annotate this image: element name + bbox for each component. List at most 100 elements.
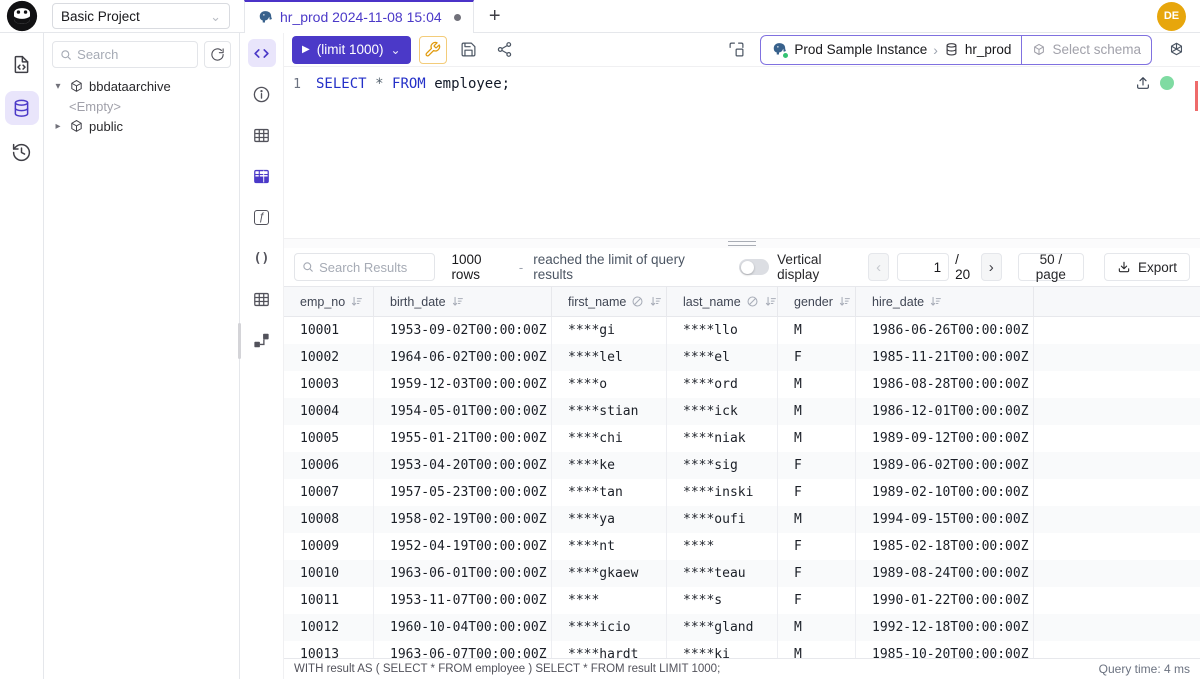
format-sql-button[interactable]	[419, 36, 447, 64]
table-cell[interactable]: 1953-11-07T00:00:00Z	[374, 587, 552, 614]
sort-icon[interactable]	[929, 295, 942, 308]
results-search-input[interactable]	[319, 260, 427, 275]
page-size-select[interactable]: 50 / page	[1018, 253, 1084, 281]
table-cell[interactable]: ****ord	[667, 371, 778, 398]
table-cell[interactable]: 1954-05-01T00:00:00Z	[374, 398, 552, 425]
table-cell[interactable]: F	[778, 344, 856, 371]
table-cell[interactable]: 1986-08-28T00:00:00Z	[856, 371, 1034, 398]
table-cell[interactable]: ****icio	[552, 614, 667, 641]
column-header-emp_no[interactable]: emp_no	[284, 287, 374, 316]
table-cell[interactable]: 1992-12-18T00:00:00Z	[856, 614, 1034, 641]
page-number-input[interactable]	[897, 253, 949, 281]
sort-icon[interactable]	[838, 295, 851, 308]
table-cell[interactable]: 1986-06-26T00:00:00Z	[856, 317, 1034, 344]
table-cell[interactable]: 1957-05-23T00:00:00Z	[374, 479, 552, 506]
table-cell[interactable]: 10002	[284, 344, 374, 371]
caret-right-icon[interactable]: ▸	[52, 121, 64, 132]
table-row[interactable]: 100011953-09-02T00:00:00Z****gi****lloM1…	[284, 317, 1200, 344]
table-cell[interactable]: 1958-02-19T00:00:00Z	[374, 506, 552, 533]
caret-down-icon[interactable]: ▾	[52, 81, 64, 92]
table-cell[interactable]: 10006	[284, 452, 374, 479]
tree-refresh-button[interactable]	[204, 41, 231, 68]
column-header-gender[interactable]: gender	[778, 287, 856, 316]
tab-hr-prod[interactable]: hr_prod 2024-11-08 15:04	[244, 0, 474, 33]
strip-item-info[interactable]	[248, 80, 276, 108]
sidebar-item-history[interactable]	[5, 135, 39, 169]
table-cell[interactable]: ****gkaew	[552, 560, 667, 587]
strip-item-sql[interactable]	[248, 39, 276, 67]
table-cell[interactable]: ****ki	[667, 641, 778, 658]
sort-icon[interactable]	[451, 295, 464, 308]
table-cell[interactable]: 1989-08-24T00:00:00Z	[856, 560, 1034, 587]
table-cell[interactable]: M	[778, 317, 856, 344]
table-cell[interactable]: 1959-12-03T00:00:00Z	[374, 371, 552, 398]
table-cell[interactable]: 1953-04-20T00:00:00Z	[374, 452, 552, 479]
column-header-hire_date[interactable]: hire_date	[856, 287, 1034, 316]
table-cell[interactable]: 10007	[284, 479, 374, 506]
table-cell[interactable]: ****inski	[667, 479, 778, 506]
sidebar-item-databases[interactable]	[5, 91, 39, 125]
table-cell[interactable]: 1989-06-02T00:00:00Z	[856, 452, 1034, 479]
table-cell[interactable]: 1963-06-01T00:00:00Z	[374, 560, 552, 587]
table-cell[interactable]: 10010	[284, 560, 374, 587]
table-cell[interactable]: F	[778, 479, 856, 506]
table-cell[interactable]: F	[778, 533, 856, 560]
table-row[interactable]: 100131963-06-07T00:00:00Z****hardt****ki…	[284, 641, 1200, 658]
strip-item-views[interactable]	[248, 285, 276, 313]
table-cell[interactable]: 1994-09-15T00:00:00Z	[856, 506, 1034, 533]
table-cell[interactable]: 10012	[284, 614, 374, 641]
table-cell[interactable]: ****niak	[667, 425, 778, 452]
table-cell[interactable]: 1960-10-04T00:00:00Z	[374, 614, 552, 641]
table-cell[interactable]: 10001	[284, 317, 374, 344]
table-cell[interactable]: F	[778, 452, 856, 479]
table-row[interactable]: 100091952-04-19T00:00:00Z****nt****F1985…	[284, 533, 1200, 560]
table-row[interactable]: 100061953-04-20T00:00:00Z****ke****sigF1…	[284, 452, 1200, 479]
save-sheet-button[interactable]	[455, 36, 483, 64]
sort-icon[interactable]	[649, 295, 662, 308]
table-cell[interactable]: ****gi	[552, 317, 667, 344]
table-cell[interactable]: ****teau	[667, 560, 778, 587]
ai-assistant-button[interactable]	[1162, 36, 1190, 64]
table-cell[interactable]: M	[778, 641, 856, 658]
table-cell[interactable]: 1952-04-19T00:00:00Z	[374, 533, 552, 560]
table-cell[interactable]: ****oufi	[667, 506, 778, 533]
table-cell[interactable]: 1985-11-21T00:00:00Z	[856, 344, 1034, 371]
sort-icon[interactable]	[764, 295, 777, 308]
new-tab-button[interactable]: +	[482, 0, 508, 33]
table-cell[interactable]: 1989-09-12T00:00:00Z	[856, 425, 1034, 452]
tree-item-bbdataarchive[interactable]: ▾ bbdataarchive	[52, 76, 231, 96]
schema-select[interactable]: Select schema	[1021, 36, 1151, 64]
table-cell[interactable]: ****	[552, 587, 667, 614]
table-cell[interactable]: 10013	[284, 641, 374, 658]
table-row[interactable]: 100021964-06-02T00:00:00Z****lel****elF1…	[284, 344, 1200, 371]
column-header-last_name[interactable]: last_name	[667, 287, 778, 316]
share-sheet-button[interactable]	[491, 36, 519, 64]
strip-item-tables[interactable]	[248, 121, 276, 149]
table-cell[interactable]: ****lel	[552, 344, 667, 371]
results-search[interactable]	[294, 253, 435, 281]
table-cell[interactable]: 1953-09-02T00:00:00Z	[374, 317, 552, 344]
export-button[interactable]: Export	[1104, 253, 1190, 281]
sidebar-item-worksheets[interactable]	[5, 47, 39, 81]
table-cell[interactable]: 1964-06-02T00:00:00Z	[374, 344, 552, 371]
splitter-grip-icon[interactable]	[728, 241, 756, 246]
table-cell[interactable]: ****ke	[552, 452, 667, 479]
table-cell[interactable]: ****hardt	[552, 641, 667, 658]
table-row[interactable]: 100101963-06-01T00:00:00Z****gkaew****te…	[284, 560, 1200, 587]
project-select[interactable]: Basic Project ⌄	[52, 3, 230, 29]
app-logo[interactable]	[0, 0, 44, 32]
table-cell[interactable]: 1986-12-01T00:00:00Z	[856, 398, 1034, 425]
table-cell[interactable]: M	[778, 371, 856, 398]
table-cell[interactable]: ****llo	[667, 317, 778, 344]
table-cell[interactable]: M	[778, 398, 856, 425]
table-row[interactable]: 100041954-05-01T00:00:00Z****stian****ic…	[284, 398, 1200, 425]
table-cell[interactable]: ****el	[667, 344, 778, 371]
table-cell[interactable]: 10009	[284, 533, 374, 560]
vertical-display-toggle[interactable]	[739, 259, 769, 275]
table-cell[interactable]: ****nt	[552, 533, 667, 560]
upload-icon[interactable]	[1135, 75, 1151, 91]
table-cell[interactable]: 10003	[284, 371, 374, 398]
table-row[interactable]: 100071957-05-23T00:00:00Z****tan****insk…	[284, 479, 1200, 506]
table-cell[interactable]: 1963-06-07T00:00:00Z	[374, 641, 552, 658]
connection-breadcrumb[interactable]: Prod Sample Instance › hr_prod	[761, 36, 1021, 64]
